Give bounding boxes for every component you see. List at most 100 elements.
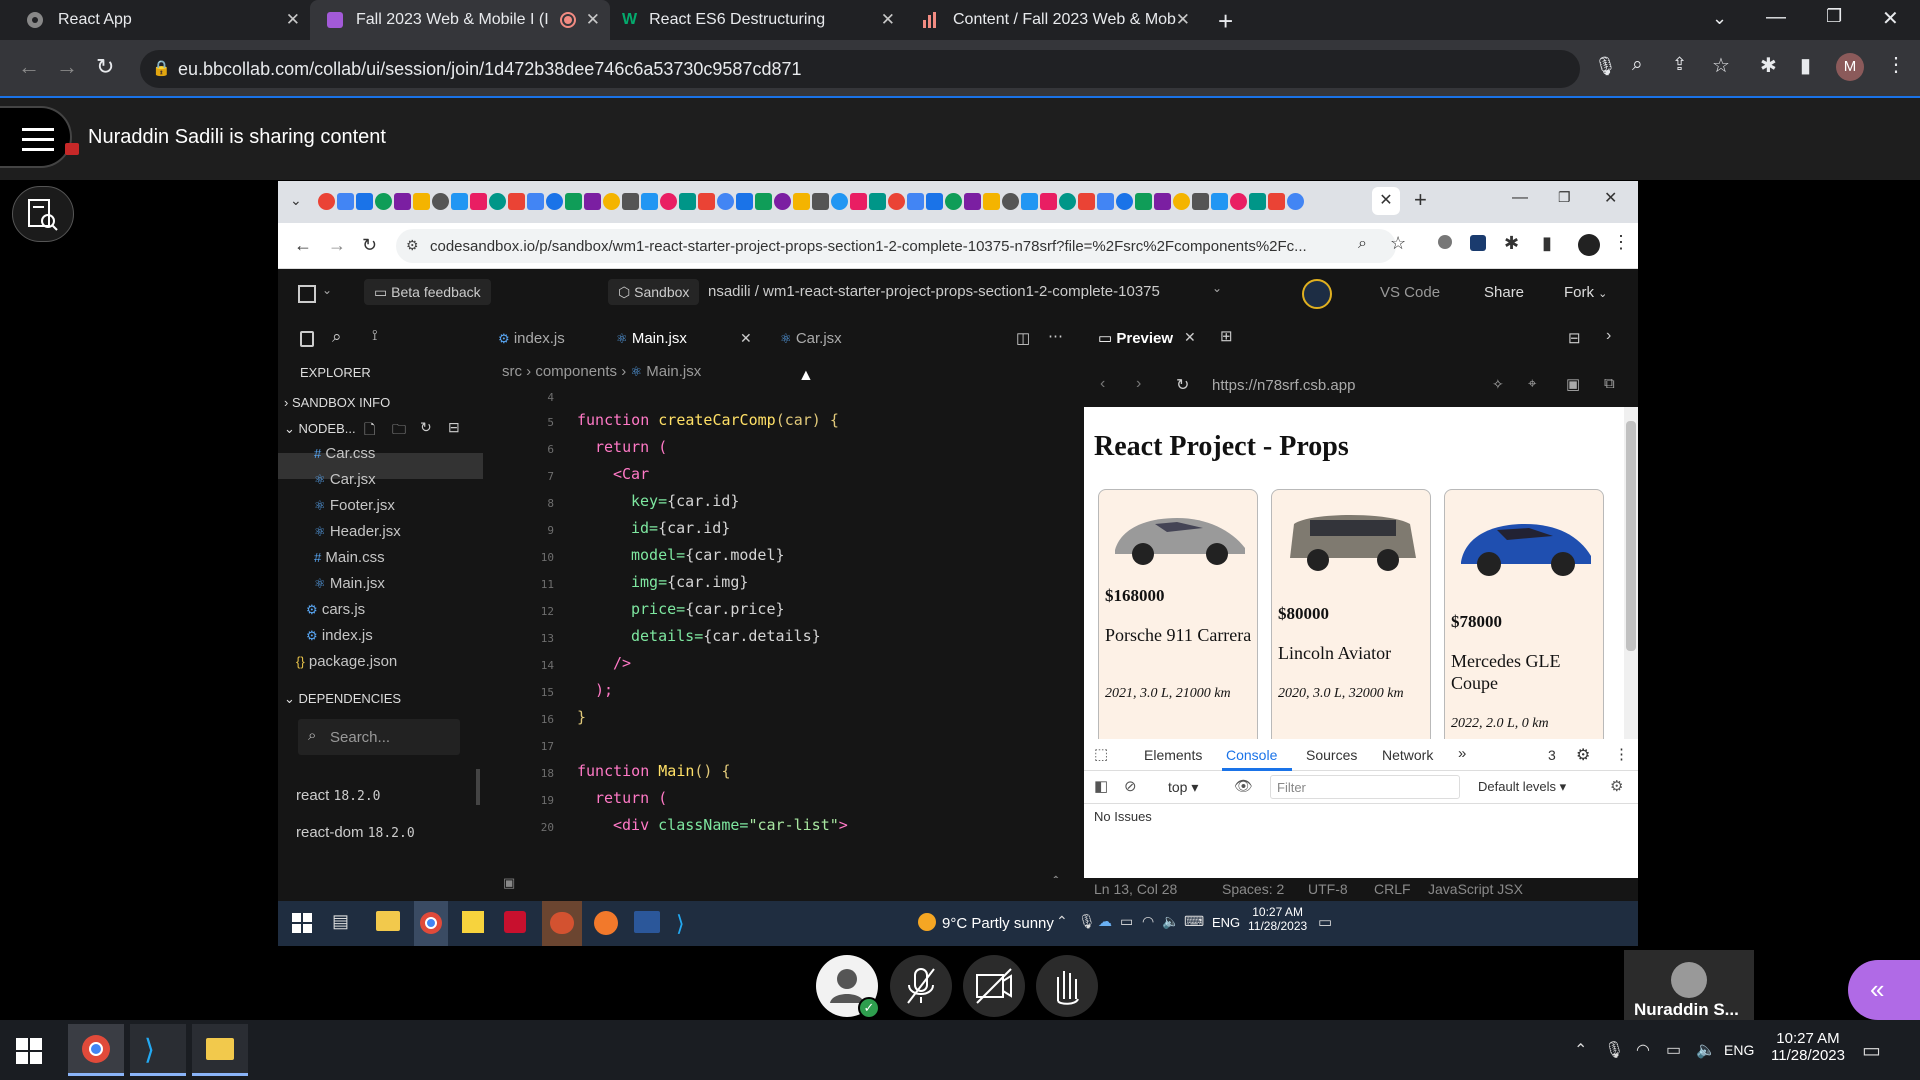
extensions-icon[interactable]: ✱	[1504, 233, 1519, 254]
sticky-notes-icon[interactable]	[462, 911, 484, 933]
camera-toggle-button[interactable]	[963, 955, 1025, 1017]
tab-sources[interactable]: Sources	[1306, 747, 1357, 763]
forward-icon[interactable]: →	[56, 54, 78, 80]
pinned-tab-favicon[interactable]	[755, 193, 772, 210]
search-icon[interactable]: ⌕	[332, 327, 342, 347]
pinned-tab-favicon[interactable]	[1287, 193, 1304, 210]
pinned-tab-favicon[interactable]	[622, 193, 639, 210]
pinned-tab-favicon[interactable]	[793, 193, 810, 210]
pinned-tab-favicon[interactable]	[1002, 193, 1019, 210]
file-index-js[interactable]: ⚙ index.js	[306, 627, 373, 644]
preview-scrollbar[interactable]	[1624, 407, 1638, 739]
pinned-tab-favicon[interactable]	[964, 193, 981, 210]
new-file-icon[interactable]: 🗋	[364, 419, 375, 443]
pinned-tab-favicon[interactable]	[1249, 193, 1266, 210]
pinned-tab-favicon[interactable]	[1059, 193, 1076, 210]
bookmark-star-icon[interactable]: ☆	[1712, 53, 1730, 78]
restore-icon[interactable]: ❐	[1558, 189, 1571, 206]
collab-panel-button[interactable]: «	[1848, 960, 1920, 1020]
files-icon[interactable]	[300, 331, 314, 347]
back-icon[interactable]: ←	[294, 235, 312, 256]
tab-w3schools[interactable]: W React ES6 Destructuring ✕	[610, 0, 905, 40]
volume-muted-icon[interactable]: 🔈	[1162, 913, 1179, 930]
minimize-icon[interactable]: —	[1766, 6, 1786, 29]
pinned-tab-favicon[interactable]	[831, 193, 848, 210]
pinned-tab-favicon[interactable]	[413, 193, 430, 210]
pinned-tab-favicon[interactable]	[451, 193, 468, 210]
dependency-search-input[interactable]: ⌕ Search...	[298, 719, 460, 755]
extension-icon[interactable]	[1470, 235, 1486, 251]
windows-start-icon[interactable]	[292, 913, 312, 933]
onedrive-icon[interactable]: ☁	[1098, 913, 1112, 930]
pinned-tab-favicon[interactable]	[527, 193, 544, 210]
chevron-right-icon[interactable]: ›	[1606, 327, 1611, 345]
close-tab-icon[interactable]: ✕	[1372, 187, 1400, 215]
file-footer-jsx[interactable]: ⚛ Footer.jsx	[314, 497, 395, 514]
pinned-tab-favicon[interactable]	[508, 193, 525, 210]
sandbox-info-section[interactable]: › SANDBOX INFO	[284, 395, 390, 410]
chevron-down-icon[interactable]: ⌄	[1712, 8, 1727, 29]
console-settings-icon[interactable]: ⚙	[1610, 777, 1623, 795]
pinned-tab-favicon[interactable]	[1021, 193, 1038, 210]
gear-icon[interactable]: ⚙	[1576, 745, 1590, 765]
pinned-tab-favicon[interactable]	[1173, 193, 1190, 210]
notifications-icon[interactable]: ▭	[1318, 913, 1332, 931]
pinned-tab-favicon[interactable]	[432, 193, 449, 210]
pinned-tab-favicon[interactable]	[1135, 193, 1152, 210]
sidepanel-icon[interactable]: ▮	[1542, 233, 1552, 254]
captions-panel-button[interactable]	[12, 186, 74, 242]
pinned-tab-favicon[interactable]	[641, 193, 658, 210]
dependency-react[interactable]: react 18.2.0	[296, 787, 381, 804]
dependency-react-dom[interactable]: react-dom 18.2.0	[296, 824, 415, 841]
more-tabs-icon[interactable]: »	[1458, 745, 1466, 762]
microphone-toggle-button[interactable]	[890, 955, 952, 1017]
eye-icon[interactable]: 👁	[1234, 777, 1253, 795]
scrollbar-thumb[interactable]	[1626, 421, 1636, 651]
pinned-tab-favicon[interactable]	[945, 193, 962, 210]
console-filter-input[interactable]: Filter	[1270, 775, 1460, 799]
raise-hand-button[interactable]	[1036, 955, 1098, 1017]
wifi-icon[interactable]: ◠	[1636, 1040, 1650, 1060]
pinned-tab-favicon[interactable]	[660, 193, 677, 210]
tab-console[interactable]: Console	[1226, 747, 1277, 763]
bookmark-star-icon[interactable]: ☆	[1390, 233, 1406, 254]
user-avatar[interactable]	[1302, 279, 1332, 309]
volume-muted-icon[interactable]: 🔈	[1696, 1040, 1716, 1060]
minimize-icon[interactable]: —	[1512, 189, 1528, 207]
pinned-tab-favicon[interactable]	[1268, 193, 1285, 210]
microphone-icon[interactable]: 🎙	[1594, 56, 1617, 77]
reload-icon[interactable]: ↻	[362, 235, 377, 256]
tray-chevron-icon[interactable]: ⌃	[1574, 1040, 1587, 1060]
notifications-icon[interactable]: ▭	[1862, 1038, 1881, 1063]
share-button[interactable]: Share	[1484, 284, 1524, 301]
pinned-tab-favicon[interactable]	[812, 193, 829, 210]
console-toggle-icon[interactable]: ▣	[1566, 375, 1580, 393]
close-tab-icon[interactable]: ✕	[586, 10, 600, 30]
mic-tray-icon[interactable]: 🎙	[1604, 1040, 1624, 1060]
tray-chevron-icon[interactable]: ⌃	[1056, 913, 1068, 930]
tab-preview[interactable]: ▭ Preview	[1098, 329, 1173, 347]
acrobat-icon[interactable]	[504, 911, 526, 933]
beta-feedback-button[interactable]: ▭ Beta feedback	[364, 279, 491, 305]
zoom-icon[interactable]: ⌕	[1632, 54, 1643, 76]
forward-icon[interactable]: ›	[1136, 375, 1141, 393]
word-icon[interactable]	[634, 911, 660, 933]
pinned-tab-favicon[interactable]	[1097, 193, 1114, 210]
pinned-tab-favicon[interactable]	[888, 193, 905, 210]
tab-content[interactable]: Content / Fall 2023 Web & Mob ✕	[905, 0, 1200, 40]
task-view-icon[interactable]: ▤	[332, 911, 349, 932]
sublime-icon[interactable]	[594, 911, 618, 935]
powerpoint-icon[interactable]	[542, 901, 582, 946]
pinned-tab-favicon[interactable]	[1154, 193, 1171, 210]
pinned-tab-favicon[interactable]	[1078, 193, 1095, 210]
extensions-icon[interactable]: ✱	[1760, 53, 1777, 78]
inner-address-bar[interactable]: ⚙ codesandbox.io/p/sandbox/wm1-react-sta…	[396, 229, 1396, 263]
crosshair-icon[interactable]: ⌖	[1528, 375, 1536, 392]
sidebar-toggle-icon[interactable]: ◧	[1094, 777, 1108, 795]
pinned-tab-favicon[interactable]	[318, 193, 335, 210]
context-select[interactable]: top ▾	[1168, 779, 1198, 796]
fork-button[interactable]: Fork ⌄	[1564, 284, 1607, 301]
file-header-jsx[interactable]: ⚛ Header.jsx	[314, 523, 401, 540]
wifi-icon[interactable]: ◠	[1142, 913, 1154, 930]
pinned-tab-favicon[interactable]	[774, 193, 791, 210]
